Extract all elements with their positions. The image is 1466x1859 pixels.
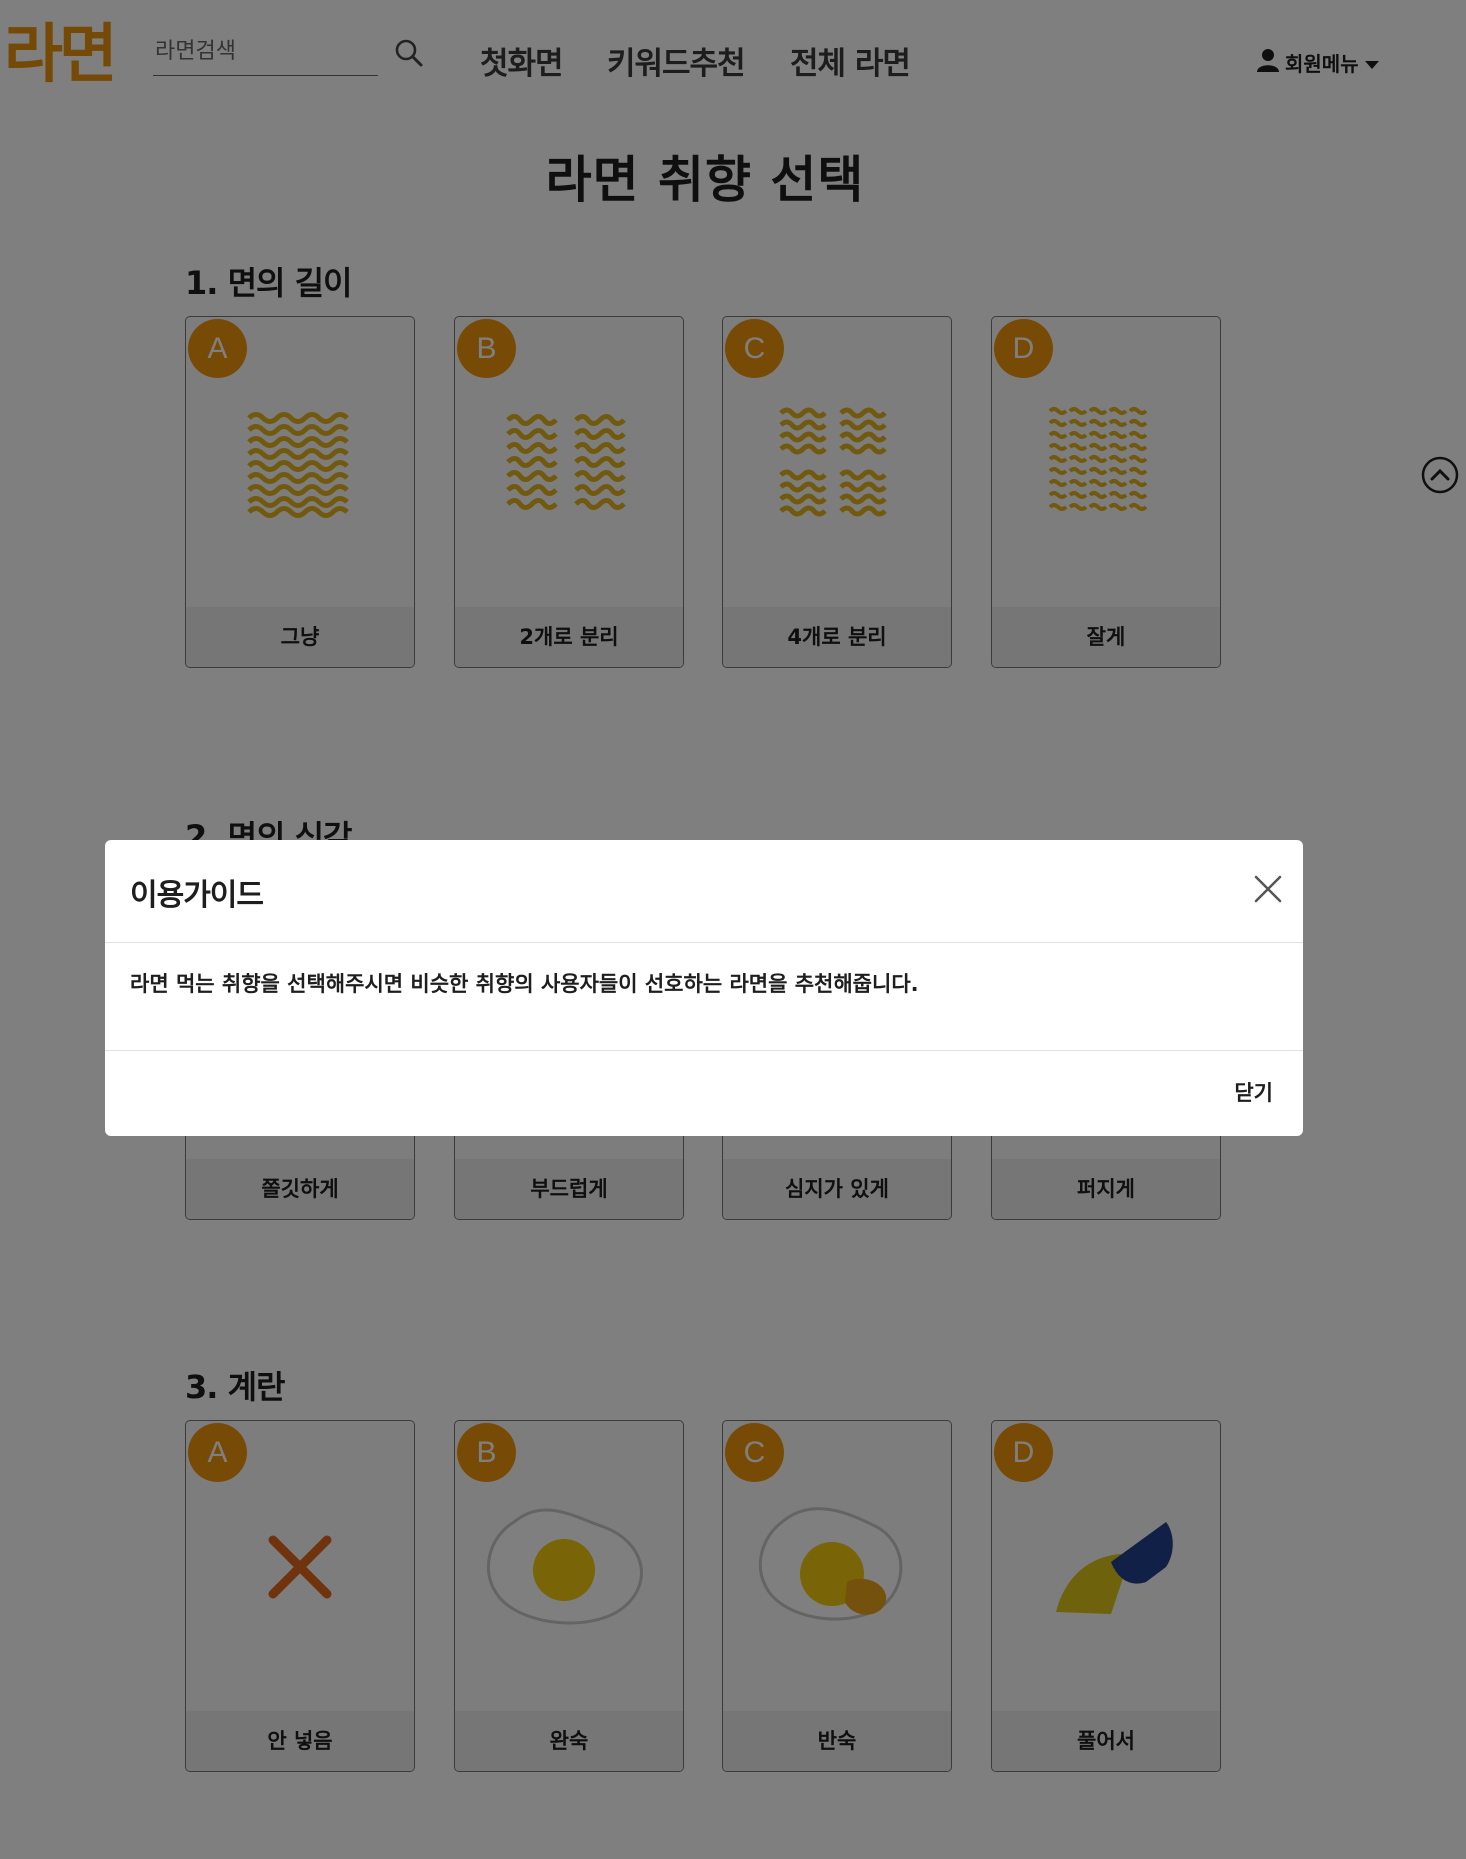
close-icon[interactable] [1253,874,1283,904]
modal-header: 이용가이드 [105,840,1303,943]
page: 라면 첫화면 키워드추천 전체 라면 회원메뉴 라면 취향 선택 1. 면의 길… [0,0,1466,1859]
modal-title: 이용가이드 [130,878,264,913]
guide-modal: 이용가이드 라면 먹는 취향을 선택해주시면 비슷한 취향의 사용자들이 선호하… [105,840,1303,1136]
modal-body-text: 라면 먹는 취향을 선택해주시면 비슷한 취향의 사용자들이 선호하는 라면을 … [130,972,919,996]
close-button[interactable]: 닫기 [1228,1076,1279,1108]
modal-footer: 닫기 [105,1050,1303,1137]
